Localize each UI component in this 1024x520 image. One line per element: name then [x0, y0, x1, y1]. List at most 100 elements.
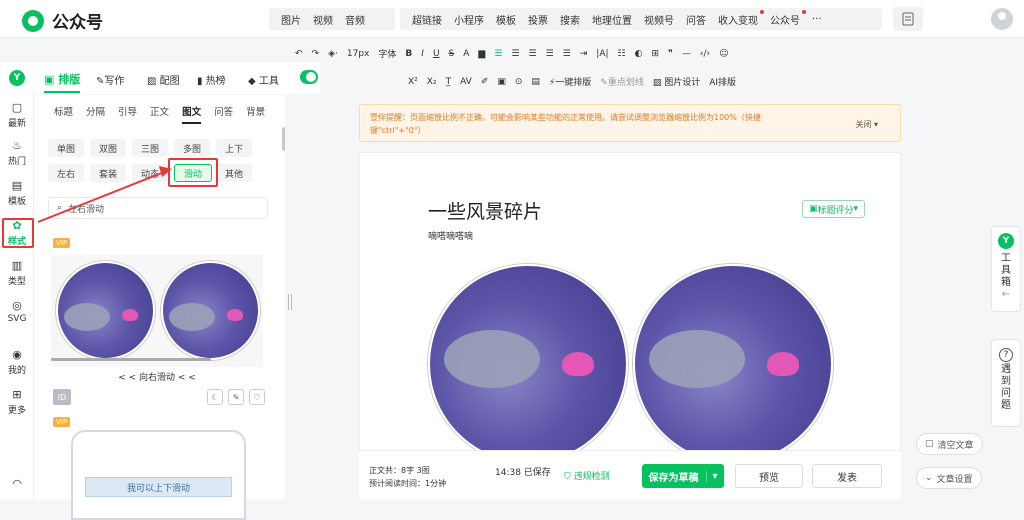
insert-channels-button[interactable]: 视频号: [638, 12, 680, 27]
panel-resize-handle[interactable]: [288, 294, 292, 310]
edit-icon[interactable]: ✎: [228, 389, 244, 405]
table-icon[interactable]: ⊞: [651, 49, 659, 59]
font-size-select[interactable]: 17px: [347, 49, 370, 59]
user-avatar[interactable]: [991, 8, 1013, 30]
save-draft-button[interactable]: 保存为草稿 ▾: [642, 464, 724, 488]
letter-spacing-icon[interactable]: |A|: [596, 49, 608, 59]
insert-location-button[interactable]: 地理位置: [586, 12, 638, 27]
close-warning-button[interactable]: 关闭 ▾: [855, 118, 878, 131]
media-icon[interactable]: ▤: [531, 77, 540, 87]
subtab-divider[interactable]: 分隔: [86, 104, 105, 124]
more-button[interactable]: ···: [806, 14, 828, 25]
subtab-body[interactable]: 正文: [150, 104, 169, 124]
more-circle-icon[interactable]: ⊙: [515, 77, 523, 87]
nav-latest[interactable]: ▢ 最新: [0, 102, 34, 130]
align-right-icon[interactable]: ☰: [529, 49, 537, 59]
chip-triple[interactable]: 三图: [132, 139, 168, 157]
preview-button[interactable]: 预览: [735, 464, 803, 488]
article-lotus-image-2[interactable]: [633, 264, 833, 464]
brand-logo[interactable]: 公众号: [22, 8, 103, 33]
superscript-button[interactable]: X²: [408, 77, 418, 87]
publish-button[interactable]: 发表: [812, 464, 882, 488]
nav-svg[interactable]: ◎ SVG: [0, 300, 34, 325]
line-spacing-icon[interactable]: ☰: [563, 49, 571, 59]
panel-scrollbar[interactable]: [282, 127, 285, 151]
tab-trending[interactable]: ▮ 热榜: [197, 72, 226, 87]
moon-icon[interactable]: ☾: [207, 389, 223, 405]
slide-template-preview[interactable]: [51, 255, 263, 367]
tab-tools[interactable]: ◆ 工具: [248, 72, 279, 87]
heading-icon[interactable]: T̲: [446, 77, 452, 87]
toolbox-panel[interactable]: Y 工具箱 ←: [991, 226, 1021, 312]
insert-miniprogram-button[interactable]: 小程序: [448, 12, 490, 27]
heart-icon[interactable]: ♡: [249, 389, 265, 405]
list-icon[interactable]: ☷: [618, 49, 626, 59]
indent-icon[interactable]: ⇥: [580, 49, 588, 59]
article-settings-button[interactable]: ⌄ 文章设置: [916, 467, 982, 489]
phone-template-preview[interactable]: 我可以上下滑动: [71, 430, 246, 520]
subtab-background[interactable]: 背景: [246, 104, 265, 124]
nav-more[interactable]: ⊞ 更多: [0, 389, 34, 417]
highlight-icon[interactable]: ▆: [478, 49, 485, 59]
tab-write[interactable]: ✎写作: [96, 72, 124, 87]
article-author[interactable]: 嘀嗒嘀嗒嘀: [428, 229, 473, 242]
yiban-logo-icon[interactable]: Y: [9, 70, 25, 86]
article-title[interactable]: 一些风景碎片: [428, 197, 542, 224]
undo-icon[interactable]: ↶: [295, 49, 303, 59]
emoji-icon[interactable]: ☺: [719, 49, 728, 59]
quote-icon[interactable]: ❞: [668, 49, 673, 59]
toggle-icon[interactable]: ◐: [635, 49, 643, 59]
insert-link-button[interactable]: 超链接: [406, 12, 448, 27]
insert-template-button[interactable]: 模板: [490, 12, 522, 27]
brush-icon[interactable]: ✐: [481, 77, 489, 87]
format-painter-icon[interactable]: ◈·: [328, 49, 338, 59]
chevron-down-icon[interactable]: ▾: [706, 470, 718, 482]
divider-icon[interactable]: —: [682, 49, 691, 59]
chip-other[interactable]: 其他: [216, 164, 252, 182]
collapse-arrow-icon[interactable]: ←: [992, 289, 1020, 300]
article-editor[interactable]: 一些风景碎片 嘀嗒嘀嗒嘀 ▣ 标题评分 ▾: [359, 152, 901, 499]
code-icon[interactable]: ‹/›: [700, 49, 710, 59]
chip-double[interactable]: 双图: [90, 139, 126, 157]
char-spacing-button[interactable]: AV: [460, 77, 472, 87]
article-lotus-image-1[interactable]: [428, 264, 628, 464]
chip-set[interactable]: 套装: [90, 164, 126, 182]
insert-search-button[interactable]: 搜索: [554, 12, 586, 27]
help-panel[interactable]: ? 遇到问题: [991, 339, 1021, 427]
headset-icon[interactable]: ◠: [0, 478, 34, 492]
id-button[interactable]: ID: [53, 389, 71, 405]
ai-layout-button[interactable]: AI排版: [709, 75, 736, 88]
document-icon[interactable]: [893, 7, 923, 31]
italic-button[interactable]: I: [421, 49, 424, 59]
title-score-button[interactable]: ▣ 标题评分 ▾: [802, 200, 866, 218]
style-search-field[interactable]: ⌕ 左右滑动: [48, 197, 268, 219]
insert-vote-button[interactable]: 投票: [522, 12, 554, 27]
monetize-menu[interactable]: 收入变现: [712, 9, 764, 27]
tab-image[interactable]: ▨ 配图: [147, 72, 180, 87]
compliance-check-button[interactable]: ⛉ 违规检测: [564, 469, 610, 482]
bold-button[interactable]: B: [405, 49, 412, 59]
align-center-icon[interactable]: ☰: [511, 49, 519, 59]
subtab-qa[interactable]: 问答: [214, 104, 233, 124]
key-underline-button[interactable]: ✎重点划线: [600, 75, 644, 88]
subtab-title[interactable]: 标题: [54, 104, 73, 124]
underline-button[interactable]: U: [433, 49, 440, 59]
subscript-button[interactable]: X₂: [427, 77, 437, 87]
font-family-select[interactable]: 字体: [378, 47, 396, 60]
image-design-button[interactable]: ▨ 图片设计: [653, 75, 700, 88]
nav-templates[interactable]: ▤ 模板: [0, 180, 34, 208]
insert-qa-button[interactable]: 问答: [680, 12, 712, 27]
nav-types[interactable]: ▥ 类型: [0, 260, 34, 288]
insert-image-menu[interactable]: 图片: [275, 12, 307, 27]
align-justify-icon[interactable]: ☰: [546, 49, 554, 59]
subtab-image-text[interactable]: 图文: [182, 104, 202, 124]
chip-single[interactable]: 单图: [48, 139, 84, 157]
preview-scrollbar[interactable]: [51, 358, 211, 361]
nav-hot[interactable]: ♨ 热门: [0, 140, 34, 168]
strikethrough-button[interactable]: S: [449, 49, 455, 59]
nav-mine[interactable]: ◉ 我的: [0, 349, 34, 377]
chip-multi[interactable]: 多图: [174, 139, 210, 157]
insert-audio-menu[interactable]: 音频: [339, 12, 371, 27]
align-left-icon[interactable]: ☰: [494, 49, 502, 59]
insert-video-button[interactable]: 视频: [307, 12, 339, 27]
